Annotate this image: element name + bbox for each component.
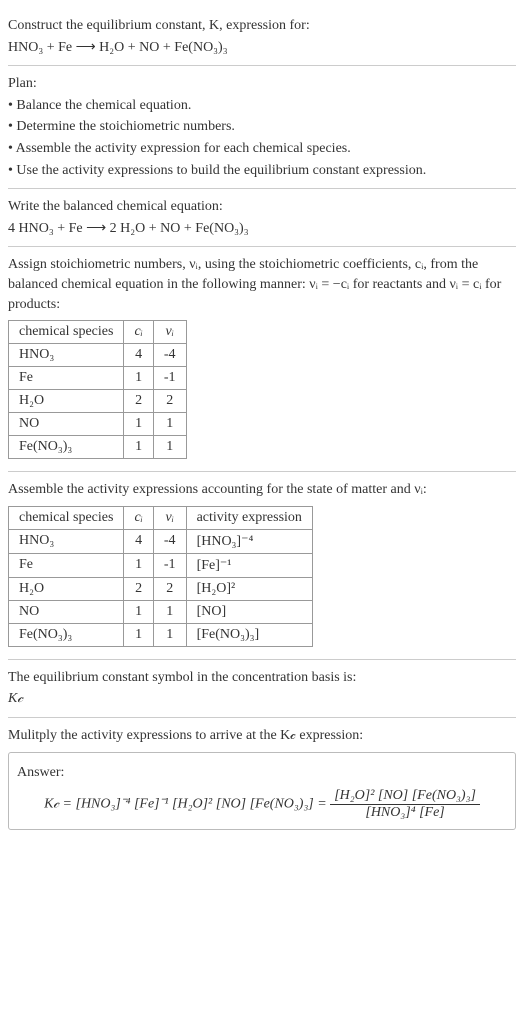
- balanced-heading: Write the balanced chemical equation:: [8, 197, 516, 217]
- answer-label: Answer:: [17, 763, 507, 783]
- plan-bullet: • Use the activity expressions to build …: [8, 161, 516, 181]
- table-row: HNO₃ 4 -4: [9, 344, 187, 367]
- cell-species: Fe(NO₃)₃: [9, 436, 124, 459]
- cell-ci: 1: [124, 600, 153, 623]
- table-row: H₂O 2 2: [9, 390, 187, 413]
- kc-numerator: [H₂O]² [NO] [Fe(NO₃)₃]: [330, 788, 480, 805]
- cell-vi: -1: [153, 367, 186, 390]
- cell-species: H₂O: [9, 577, 124, 600]
- cell-activity: [H₂O]²: [186, 577, 312, 600]
- cell-vi: 1: [153, 436, 186, 459]
- table-header-row: chemical species cᵢ νᵢ activity expressi…: [9, 506, 313, 529]
- prompt-text: Construct the equilibrium constant, K, e…: [8, 18, 310, 33]
- col-ci: cᵢ: [124, 321, 153, 344]
- cell-ci: 1: [124, 623, 153, 646]
- table-row: Fe 1 -1: [9, 367, 187, 390]
- cell-species: Fe(NO₃)₃: [9, 623, 124, 646]
- cell-ci: 2: [124, 390, 153, 413]
- col-vi: νᵢ: [153, 506, 186, 529]
- cell-ci: 1: [124, 553, 153, 577]
- cell-species: HNO₃: [9, 529, 124, 553]
- prompt-equation: HNO₃ + Fe ⟶ H₂O + NO + Fe(NO₃)₃: [8, 38, 516, 58]
- cell-vi: 2: [153, 577, 186, 600]
- cell-activity: [Fe]⁻¹: [186, 553, 312, 577]
- cell-vi: 1: [153, 600, 186, 623]
- cell-vi: 2: [153, 390, 186, 413]
- cell-vi: 1: [153, 623, 186, 646]
- table-row: Fe(NO₃)₃ 1 1 [Fe(NO₃)₃]: [9, 623, 313, 646]
- table-row: HNO₃ 4 -4 [HNO₃]⁻⁴: [9, 529, 313, 553]
- cell-species: Fe: [9, 367, 124, 390]
- cell-species: NO: [9, 413, 124, 436]
- stoich-intro: Assign stoichiometric numbers, νᵢ, using…: [8, 255, 516, 314]
- cell-ci: 1: [124, 367, 153, 390]
- col-ci: cᵢ: [124, 506, 153, 529]
- plan-bullet: • Assemble the activity expression for e…: [8, 139, 516, 159]
- table-row: NO 1 1 [NO]: [9, 600, 313, 623]
- symbol-line: The equilibrium constant symbol in the c…: [8, 668, 516, 688]
- cell-ci: 4: [124, 529, 153, 553]
- cell-vi: -4: [153, 344, 186, 367]
- col-activity: activity expression: [186, 506, 312, 529]
- stoich-table: chemical species cᵢ νᵢ HNO₃ 4 -4 Fe 1 -1…: [8, 320, 187, 459]
- cell-species: H₂O: [9, 390, 124, 413]
- activity-section: Assemble the activity expressions accoun…: [8, 472, 516, 660]
- activity-intro: Assemble the activity expressions accoun…: [8, 480, 516, 500]
- plan-bullet: • Determine the stoichiometric numbers.: [8, 117, 516, 137]
- col-vi: νᵢ: [153, 321, 186, 344]
- table-row: H₂O 2 2 [H₂O]²: [9, 577, 313, 600]
- cell-species: NO: [9, 600, 124, 623]
- cell-ci: 2: [124, 577, 153, 600]
- final-section: Mulitply the activity expressions to arr…: [8, 718, 516, 836]
- cell-vi: -1: [153, 553, 186, 577]
- kc-lhs: K𝒸 = [HNO₃]⁻⁴ [Fe]⁻¹ [H₂O]² [NO] [Fe(NO₃…: [44, 797, 330, 812]
- cell-ci: 1: [124, 413, 153, 436]
- stoich-section: Assign stoichiometric numbers, νᵢ, using…: [8, 247, 516, 472]
- cell-species: HNO₃: [9, 344, 124, 367]
- plan-bullet: • Balance the chemical equation.: [8, 96, 516, 116]
- col-species: chemical species: [9, 321, 124, 344]
- kc-denominator: [HNO₃]⁴ [Fe]: [330, 805, 480, 821]
- table-row: NO 1 1: [9, 413, 187, 436]
- cell-vi: 1: [153, 413, 186, 436]
- plan-section: Plan: • Balance the chemical equation. •…: [8, 66, 516, 189]
- cell-activity: [HNO₃]⁻⁴: [186, 529, 312, 553]
- kc-symbol: K𝒸: [8, 689, 516, 709]
- plan-heading: Plan:: [8, 74, 516, 94]
- cell-ci: 4: [124, 344, 153, 367]
- balanced-equation: 4 HNO₃ + Fe ⟶ 2 H₂O + NO + Fe(NO₃)₃: [8, 219, 516, 239]
- prompt-section: Construct the equilibrium constant, K, e…: [8, 8, 516, 66]
- cell-vi: -4: [153, 529, 186, 553]
- kc-expression: K𝒸 = [HNO₃]⁻⁴ [Fe]⁻¹ [H₂O]² [NO] [Fe(NO₃…: [17, 788, 507, 821]
- cell-species: Fe: [9, 553, 124, 577]
- table-row: Fe 1 -1 [Fe]⁻¹: [9, 553, 313, 577]
- table-row: Fe(NO₃)₃ 1 1: [9, 436, 187, 459]
- table-header-row: chemical species cᵢ νᵢ: [9, 321, 187, 344]
- balanced-section: Write the balanced chemical equation: 4 …: [8, 189, 516, 247]
- activity-table: chemical species cᵢ νᵢ activity expressi…: [8, 506, 313, 647]
- cell-activity: [NO]: [186, 600, 312, 623]
- final-intro: Mulitply the activity expressions to arr…: [8, 726, 516, 746]
- symbol-section: The equilibrium constant symbol in the c…: [8, 660, 516, 718]
- kc-fraction: [H₂O]² [NO] [Fe(NO₃)₃] [HNO₃]⁴ [Fe]: [330, 788, 480, 821]
- answer-box: Answer: K𝒸 = [HNO₃]⁻⁴ [Fe]⁻¹ [H₂O]² [NO]…: [8, 752, 516, 831]
- cell-activity: [Fe(NO₃)₃]: [186, 623, 312, 646]
- col-species: chemical species: [9, 506, 124, 529]
- cell-ci: 1: [124, 436, 153, 459]
- prompt-line1: Construct the equilibrium constant, K, e…: [8, 16, 516, 36]
